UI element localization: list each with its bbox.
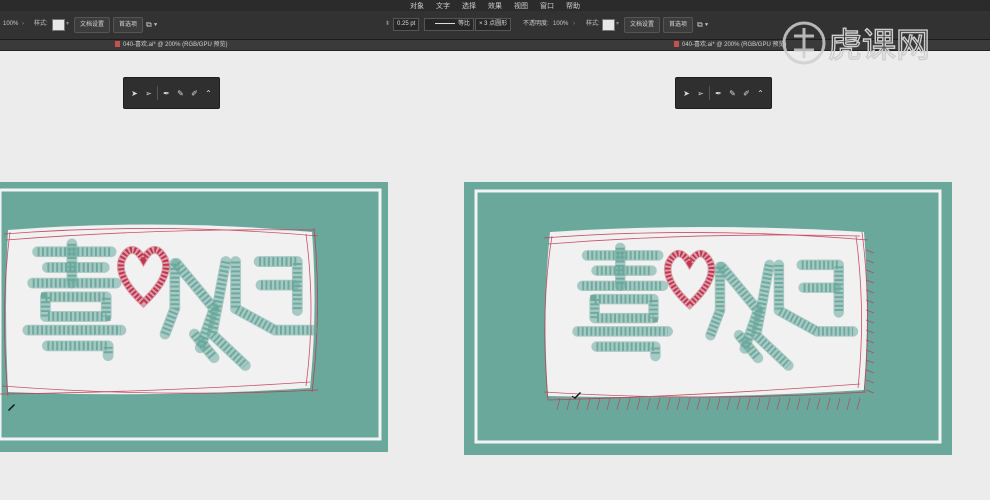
menu-help[interactable]: 帮助 — [566, 1, 580, 11]
document-setup-button-left[interactable]: 文档设置 — [74, 17, 111, 33]
delete-anchor-icon[interactable]: ✐ — [189, 88, 200, 99]
direct-selection-icon[interactable]: ➢ — [143, 88, 154, 99]
profile-line-icon — [434, 22, 455, 24]
opacity-dropdown-left-icon[interactable]: › — [22, 19, 24, 30]
style-dropdown-left-icon[interactable]: ▾ — [66, 19, 69, 30]
ai-file-icon — [115, 41, 120, 48]
floating-tools-panel-left: ➤ ➢ ✒ ✎ ✐ ⌃ — [123, 77, 220, 109]
preferences-button-right[interactable]: 首选项 — [663, 17, 694, 33]
add-anchor-icon[interactable]: ✎ — [727, 88, 738, 99]
floating-tools-panel-right: ➤ ➢ ✒ ✎ ✐ ⌃ — [675, 77, 772, 109]
opacity-value-left[interactable]: 100% — [3, 19, 18, 30]
tool-separator — [157, 86, 158, 100]
opacity-label-right: 不透明度: — [523, 21, 549, 27]
arrange-icon-left[interactable]: ⧉ ▾ — [146, 19, 157, 30]
menu-type[interactable]: 文字 — [436, 1, 450, 11]
style-dropdown-right-icon[interactable]: ▾ — [616, 19, 619, 30]
selection-tool-icon[interactable]: ➤ — [681, 88, 692, 99]
menu-bar: 对象 文字 选择 效果 视图 窗口 帮助 — [0, 0, 990, 11]
menu-window[interactable]: 窗口 — [540, 1, 554, 11]
document-tab-left[interactable]: 040-喜欢.ai* @ 200% (RGB/GPU 预览) — [115, 41, 227, 49]
anchor-convert-icon[interactable]: ⌃ — [755, 88, 766, 99]
delete-anchor-icon[interactable]: ✐ — [741, 88, 752, 99]
watermark-text: 虎课网 — [828, 26, 930, 66]
menu-select[interactable]: 选择 — [462, 1, 476, 11]
document-setup-button-right[interactable]: 文档设置 — [624, 17, 661, 33]
menu-effect[interactable]: 效果 — [488, 1, 502, 11]
document-tab-left-label: 040-喜欢.ai* @ 200% (RGB/GPU 预览) — [123, 42, 228, 48]
selection-tool-icon[interactable]: ➤ — [129, 88, 140, 99]
tool-separator — [709, 86, 710, 100]
style-swatch-right[interactable] — [602, 19, 615, 31]
watermark-logo: 虎课网 — [782, 21, 931, 67]
style-label-right: 样式: — [586, 21, 600, 27]
opacity-dropdown-right-icon[interactable]: › — [573, 19, 575, 30]
brush-definition-label: 3 点圆形 — [484, 21, 508, 27]
style-label-left: 样式: — [34, 21, 48, 27]
stroke-profile-select[interactable]: 等比 — [424, 18, 474, 31]
stroke-profile-label: 等比 — [457, 21, 470, 27]
ai-file-icon — [674, 41, 679, 48]
artboard-canvas[interactable] — [0, 51, 990, 500]
arrange-icon-right[interactable]: ⧉ ▾ — [697, 19, 708, 30]
anchor-convert-icon[interactable]: ⌃ — [203, 88, 214, 99]
add-anchor-icon[interactable]: ✎ — [175, 88, 186, 99]
document-tab-right[interactable]: 040-喜欢.ai* @ 200% (RGB/GPU 预览) — [674, 41, 786, 49]
brush-definition-select[interactable]: × 3 点圆形 — [475, 18, 512, 31]
style-swatch-left[interactable] — [52, 19, 65, 31]
stroke-weight-field[interactable]: 0.25 pt — [393, 18, 420, 31]
stroke-dropdown-icon[interactable]: ⬍ — [385, 19, 390, 30]
pen-tool-icon[interactable]: ✒ — [713, 88, 724, 99]
opacity-value-right[interactable]: 100% — [553, 19, 568, 30]
menu-view[interactable]: 视图 — [514, 1, 528, 11]
direct-selection-icon[interactable]: ➢ — [695, 88, 706, 99]
pen-tool-icon[interactable]: ✒ — [161, 88, 172, 99]
document-tab-right-label: 040-喜欢.ai* @ 200% (RGB/GPU 预览) — [682, 42, 787, 48]
preferences-button-left[interactable]: 首选项 — [113, 17, 144, 33]
menu-object[interactable]: 对象 — [410, 1, 424, 11]
